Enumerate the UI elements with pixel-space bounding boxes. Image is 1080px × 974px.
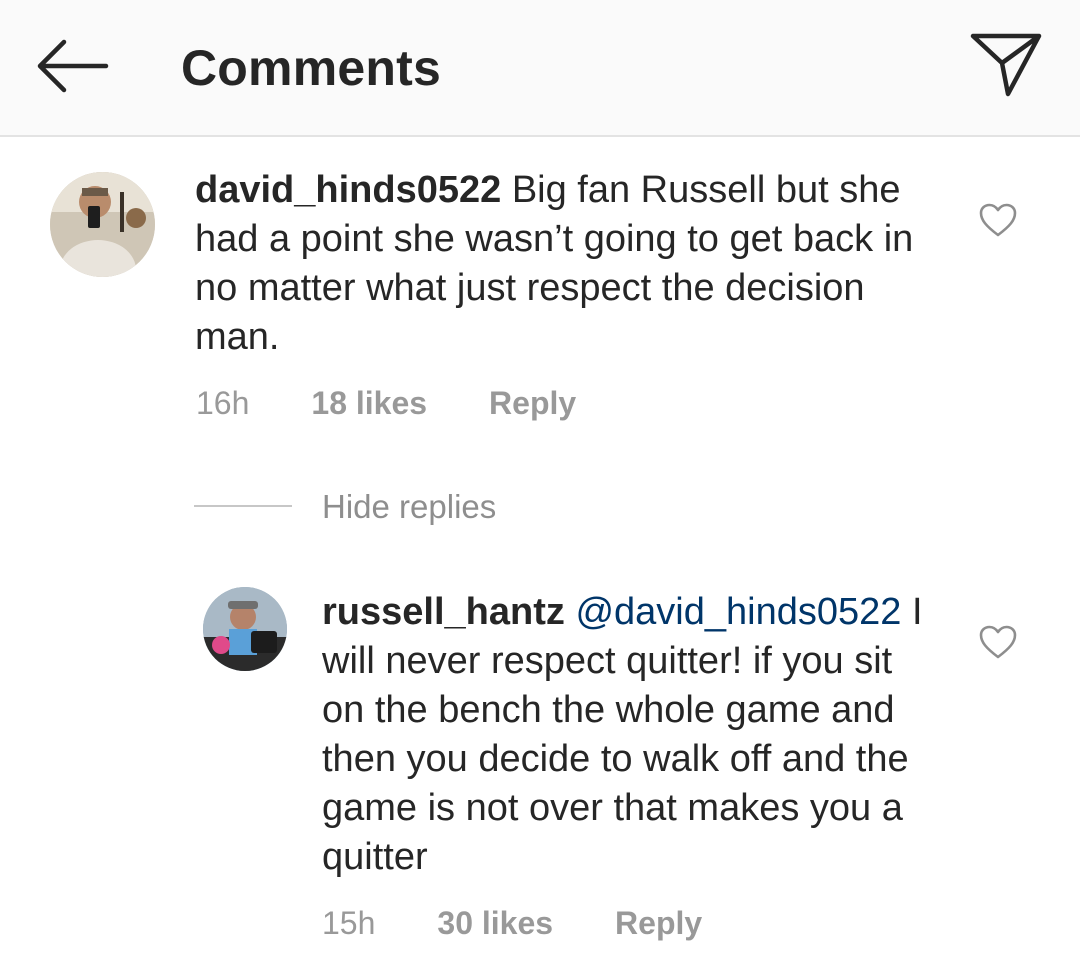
heart-icon	[979, 203, 1017, 237]
reply-likes[interactable]: 30 likes	[437, 903, 553, 943]
comment-time: 16h	[196, 385, 250, 421]
reply-avatar[interactable]	[203, 587, 287, 671]
share-button[interactable]	[968, 30, 1044, 100]
avatar[interactable]	[50, 172, 155, 277]
reply-body: russell_hantz @david_hinds0522 I will ne…	[322, 588, 942, 882]
comment-username[interactable]: david_hinds0522	[195, 169, 501, 211]
reply-time: 15h	[322, 905, 376, 941]
reply-username[interactable]: russell_hantz	[322, 591, 565, 633]
arrow-left-icon	[37, 39, 109, 93]
page-title: Comments	[181, 40, 441, 96]
reply-button[interactable]: Reply	[489, 383, 576, 423]
like-button[interactable]	[978, 202, 1018, 238]
top-bar: Comments	[0, 0, 1080, 137]
profile-photo	[203, 587, 287, 671]
reply-text: I will never respect quitter! if you sit…	[322, 591, 923, 878]
comment-meta: 16h 18 likes Reply	[196, 383, 576, 423]
mention-link[interactable]: @david_hinds0522	[575, 591, 901, 633]
back-button[interactable]	[34, 36, 110, 96]
like-button[interactable]	[978, 624, 1018, 660]
divider-line	[194, 505, 292, 507]
comment-likes[interactable]: 18 likes	[311, 383, 427, 423]
heart-icon	[979, 625, 1017, 659]
profile-photo	[50, 172, 155, 277]
reply-meta: 15h 30 likes Reply	[322, 903, 702, 943]
paper-plane-icon	[970, 33, 1042, 97]
reply-button[interactable]: Reply	[615, 903, 702, 943]
comment-body: david_hinds0522 Big fan Russell but she …	[195, 166, 935, 362]
hide-replies-label: Hide replies	[322, 488, 497, 525]
